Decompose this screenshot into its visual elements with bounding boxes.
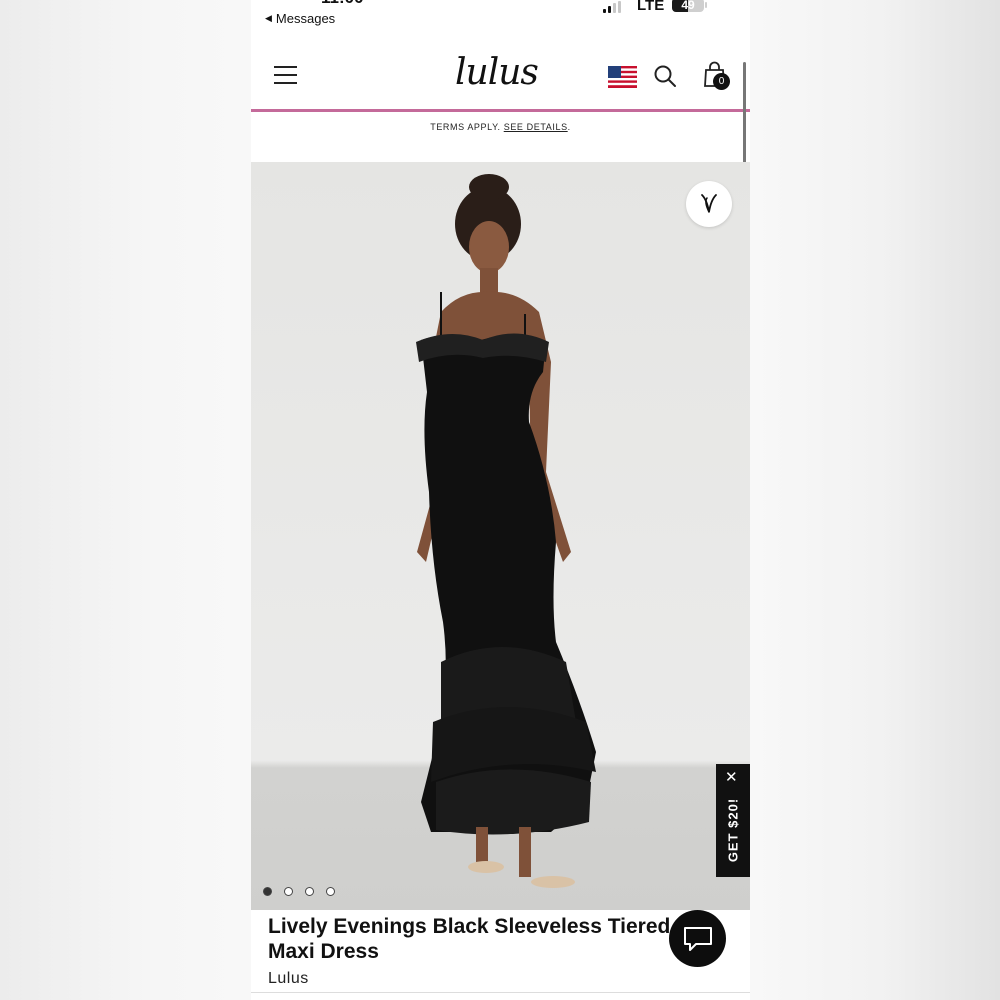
divider (251, 992, 750, 993)
product-title: Lively Evenings Black Sleeveless Tiered … (268, 915, 671, 963)
see-details-link[interactable]: SEE DETAILS (504, 122, 568, 132)
carousel-dot[interactable] (284, 887, 293, 896)
cart-count-badge: 0 (713, 73, 730, 90)
site-header: lulus 0 (251, 44, 750, 110)
offer-tab[interactable]: ✕ GET $20! (716, 764, 750, 877)
brand-name[interactable]: Lulus (268, 970, 309, 988)
carousel-dot[interactable] (326, 887, 335, 896)
promo-banner: TERMS APPLY. SEE DETAILS. (251, 122, 750, 132)
chat-icon (683, 926, 712, 951)
carousel-dot[interactable] (305, 887, 314, 896)
battery-tip (705, 2, 707, 8)
search-icon[interactable] (653, 64, 677, 88)
carousel-dots (263, 887, 335, 896)
phone-screen: 11:00 ◀ Messages LTE 49 lulus (251, 0, 750, 1000)
status-time: 11:00 (321, 0, 364, 8)
back-to-messages[interactable]: ◀ Messages (265, 11, 335, 26)
battery-icon: 49 (672, 0, 704, 12)
network-type: LTE (637, 0, 665, 14)
wishlist-button[interactable] (686, 181, 732, 227)
us-flag-icon[interactable] (608, 66, 637, 88)
menu-icon[interactable] (274, 66, 297, 84)
signal-icon (603, 1, 621, 13)
product-image[interactable] (251, 162, 750, 910)
offer-label: GET $20! (725, 797, 741, 863)
promo-text: TERMS APPLY. (430, 122, 504, 132)
header-divider (251, 109, 750, 112)
promo-end: . (567, 122, 571, 132)
back-arrow-icon: ◀ (265, 13, 272, 23)
back-label: Messages (275, 11, 336, 26)
close-icon[interactable]: ✕ (725, 770, 738, 785)
carousel-dot[interactable] (263, 887, 272, 896)
model-photo (416, 174, 596, 888)
logo[interactable]: lulus (455, 52, 539, 93)
chat-button[interactable] (669, 910, 726, 967)
heart-icon (701, 194, 717, 213)
battery-level: 49 (681, 0, 695, 12)
